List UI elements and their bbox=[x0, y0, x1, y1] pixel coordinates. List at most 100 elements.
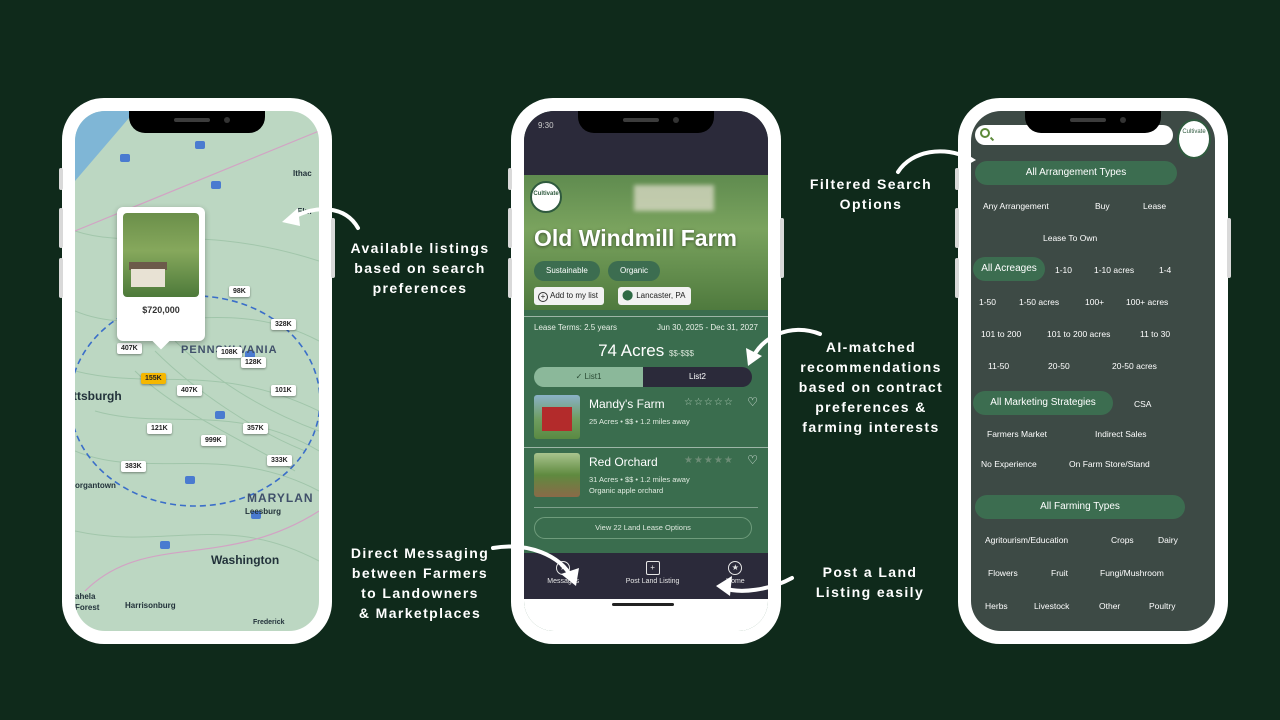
map-phone: Ithac Elm PENNSYLVANIA ttsburgh MARYLAN … bbox=[59, 98, 335, 644]
filter-option[interactable]: 11-50 bbox=[988, 361, 1009, 371]
detail-screen: 9:30 Cultivate Old Windmill Farm Sustain… bbox=[524, 111, 768, 631]
price-tag[interactable]: 128K bbox=[241, 357, 266, 368]
view-lease-options-button[interactable]: View 22 Land Lease Options bbox=[534, 517, 752, 539]
filter-option[interactable]: CSA bbox=[1134, 399, 1151, 409]
filter-option[interactable]: Any Arrangement bbox=[983, 201, 1049, 211]
filter-option[interactable]: 20-50 acres bbox=[1112, 361, 1157, 371]
price-tag[interactable]: 383K bbox=[121, 461, 146, 472]
price-tag[interactable]: 999K bbox=[201, 435, 226, 446]
plus-circle-icon: + bbox=[538, 292, 548, 302]
list1-tab[interactable]: ✓ List1 bbox=[534, 367, 643, 387]
farm-meta: 31 Acres • $$ • 1.2 miles away bbox=[589, 475, 690, 484]
price-tag-selected[interactable]: 155K bbox=[141, 373, 166, 384]
map-view[interactable]: Ithac Elm PENNSYLVANIA ttsburgh MARYLAN … bbox=[75, 111, 319, 631]
featured-listing-card[interactable]: $720,000 bbox=[117, 207, 205, 350]
home-indicator bbox=[612, 603, 674, 606]
tab-post-land-listing[interactable]: + Post Land Listing bbox=[626, 561, 679, 599]
price-tag[interactable]: 407K bbox=[117, 343, 142, 354]
map-label-morgantown: organtown bbox=[75, 481, 116, 490]
filter-option[interactable]: 100+ acres bbox=[1126, 297, 1168, 307]
filter-option[interactable]: Livestock bbox=[1034, 601, 1069, 611]
filter-option[interactable]: 1-50 bbox=[979, 297, 996, 307]
list-toggle[interactable]: ✓ List1 List2 bbox=[534, 367, 752, 387]
filter-option[interactable]: Lease To Own bbox=[1043, 233, 1097, 243]
filter-option[interactable]: 20-50 bbox=[1048, 361, 1070, 371]
filter-option[interactable]: Indirect Sales bbox=[1095, 429, 1147, 439]
app-logo: Cultivate bbox=[530, 181, 562, 213]
app-logo: Cultivate bbox=[1177, 119, 1211, 159]
filter-option[interactable]: 1-50 acres bbox=[1019, 297, 1059, 307]
filter-option[interactable]: No Experience bbox=[981, 459, 1037, 469]
map-label-forest: ahela Forest bbox=[75, 592, 100, 612]
map-label-frederick: Frederick bbox=[253, 619, 285, 626]
filter-option[interactable]: Dairy bbox=[1158, 535, 1178, 545]
detail-phone: 9:30 Cultivate Old Windmill Farm Sustain… bbox=[508, 98, 784, 644]
favorite-heart-icon[interactable]: ♡ bbox=[747, 395, 758, 409]
caption-ai-matched: AI-matched recommendations based on contra… bbox=[798, 339, 944, 435]
rating-stars: ★★★★★ bbox=[684, 455, 734, 466]
lease-terms-row: Lease Terms: 2.5 years Jun 30, 2025 - De… bbox=[534, 323, 758, 332]
farm-list-item[interactable]: Mandy's Farm ☆☆☆☆☆ ♡ 25 Acres • $$ • 1.2… bbox=[534, 395, 758, 447]
caption-messaging: Direct Messaging between Farmers to Landow… bbox=[350, 545, 490, 621]
favorite-heart-icon[interactable]: ♡ bbox=[747, 453, 758, 467]
map-label-washington: Washington bbox=[211, 553, 280, 567]
plus-square-icon: + bbox=[645, 561, 660, 575]
location-button[interactable]: ⬤ Lancaster, PA bbox=[618, 287, 692, 305]
lease-dates: Jun 30, 2025 - Dec 31, 2027 bbox=[657, 323, 758, 332]
filter-option[interactable]: Flowers bbox=[988, 568, 1018, 578]
farm-description: Organic apple orchard bbox=[589, 486, 664, 495]
filter-option[interactable]: On Farm Store/Stand bbox=[1069, 459, 1150, 469]
filter-option[interactable]: Agritourism/Education bbox=[985, 535, 1068, 545]
map-label-harrisonburg: Harrisonburg bbox=[125, 601, 176, 610]
filter-arrangement-all[interactable]: All Arrangement Types bbox=[975, 161, 1177, 185]
filter-option[interactable]: Lease bbox=[1143, 201, 1166, 211]
tab-messages[interactable]: ★ Messages bbox=[547, 561, 579, 599]
map-label-pittsburgh: ttsburgh bbox=[75, 389, 122, 403]
farm-list-item[interactable]: Red Orchard ★★★★★ ♡ 31 Acres • $$ • 1.2 … bbox=[534, 453, 758, 505]
messages-icon: ★ bbox=[556, 561, 571, 575]
map-label-ithaca: Ithac bbox=[293, 169, 312, 178]
filter-option[interactable]: Poultry bbox=[1149, 601, 1175, 611]
price-tag[interactable]: 101K bbox=[271, 385, 296, 396]
filter-option[interactable]: 1-10 acres bbox=[1094, 265, 1134, 275]
filter-option[interactable]: Farmers Market bbox=[987, 429, 1047, 439]
filter-option[interactable]: 101 to 200 bbox=[981, 329, 1021, 339]
filter-acreage-all[interactable]: All Acreages bbox=[973, 257, 1045, 281]
caption-post-listing: Post a Land Listing easily bbox=[815, 564, 925, 600]
farm-meta: 25 Acres • $$ • 1.2 miles away bbox=[589, 417, 690, 426]
listing-price: $720,000 bbox=[142, 305, 180, 315]
lease-terms: Lease Terms: 2.5 years bbox=[534, 323, 618, 332]
price-tag[interactable]: 357K bbox=[243, 423, 268, 434]
acres-summary: 74 Acres $$-$$$ bbox=[524, 341, 768, 361]
map-label-leesburg: Leesburg bbox=[245, 507, 282, 516]
filter-option[interactable]: 1-10 bbox=[1055, 265, 1072, 275]
phone-notch bbox=[1025, 111, 1161, 133]
filter-option[interactable]: 100+ bbox=[1085, 297, 1104, 307]
home-icon: ★ bbox=[728, 561, 743, 575]
filter-option[interactable]: Herbs bbox=[985, 601, 1008, 611]
filter-marketing-all[interactable]: All Marketing Strategies bbox=[973, 391, 1113, 415]
price-tag[interactable]: 98K bbox=[229, 286, 250, 297]
status-time: 9:30 bbox=[538, 121, 554, 130]
phone-notch bbox=[578, 111, 714, 133]
price-tag[interactable]: 407K bbox=[177, 385, 202, 396]
filter-option[interactable]: Other bbox=[1099, 601, 1120, 611]
filter-option[interactable]: 1-4 bbox=[1159, 265, 1171, 275]
price-tag[interactable]: 333K bbox=[267, 455, 292, 466]
rating-stars: ☆☆☆☆☆ bbox=[684, 397, 734, 408]
filter-option[interactable]: Crops bbox=[1111, 535, 1134, 545]
price-range: $$-$$$ bbox=[668, 349, 694, 358]
filter-option[interactable]: Buy bbox=[1095, 201, 1110, 211]
filter-option[interactable]: 11 to 30 bbox=[1140, 329, 1170, 339]
filter-farming-all[interactable]: All Farming Types bbox=[975, 495, 1185, 519]
price-tag[interactable]: 328K bbox=[271, 319, 296, 330]
tab-home[interactable]: ★ Home bbox=[726, 561, 745, 599]
price-tag[interactable]: 108K bbox=[217, 347, 242, 358]
add-to-list-button[interactable]: + Add to my list bbox=[534, 287, 605, 305]
list2-tab[interactable]: List2 bbox=[643, 367, 752, 387]
price-tag[interactable]: 121K bbox=[147, 423, 172, 434]
filter-option[interactable]: Fungi/Mushroom bbox=[1100, 568, 1164, 578]
filter-option[interactable]: 101 to 200 acres bbox=[1047, 329, 1110, 339]
map-label-maryland: MARYLAN bbox=[247, 491, 314, 505]
filter-option[interactable]: Fruit bbox=[1051, 568, 1068, 578]
